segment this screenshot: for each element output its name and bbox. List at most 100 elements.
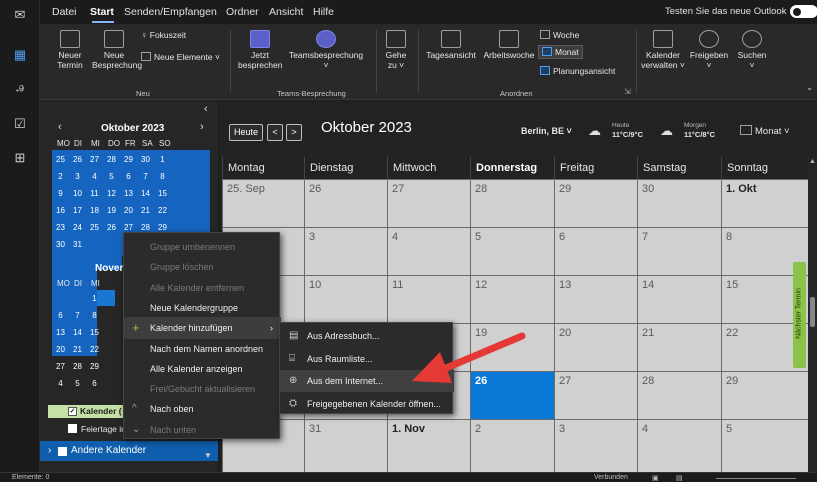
minical-day[interactable]: 21 [137, 204, 154, 218]
minical-day[interactable]: 4 [86, 170, 103, 184]
minical-day[interactable]: 27 [86, 153, 103, 167]
minical-day[interactable]: 20 [52, 343, 69, 357]
next-month-button[interactable]: > [286, 124, 302, 141]
minical-day[interactable]: 10 [69, 187, 86, 201]
context-menu-item[interactable]: Nach dem Namen anordnen [124, 338, 281, 360]
minical-day[interactable]: 4 [52, 377, 69, 391]
submenu-item[interactable]: ⊕ Aus dem Internet... [280, 370, 454, 392]
minical-day[interactable]: 21 [69, 343, 86, 357]
minical-day[interactable]: 19 [103, 204, 120, 218]
reading-view-icon[interactable]: ▤ [676, 474, 683, 482]
meet-now-button[interactable]: Jetzt besprechen [238, 30, 282, 70]
minical-day[interactable]: 14 [137, 187, 154, 201]
minical-day[interactable]: 3 [69, 170, 86, 184]
day-cell[interactable]: 27 [387, 179, 470, 227]
manage-calendars-button[interactable]: Kalender verwalten ˅ [640, 30, 686, 70]
new-appointment-button[interactable]: Neuer Termin [50, 30, 90, 70]
minical-day[interactable]: 13 [120, 187, 137, 201]
minical-day[interactable]: 15 [86, 326, 103, 340]
minical-day[interactable]: 26 [103, 221, 120, 235]
week-view-button[interactable]: Woche [540, 30, 579, 40]
minical-day[interactable]: 8 [86, 309, 103, 323]
calendar-checked-item[interactable]: ✓ Kalender ( [48, 405, 124, 418]
day-cell[interactable]: 11 [387, 275, 470, 323]
minical-day[interactable]: 1 [154, 153, 171, 167]
menu-senden-empfangen[interactable]: Senden/Empfangen [124, 6, 217, 18]
checkbox-icon[interactable] [58, 447, 67, 456]
minical-day[interactable]: 18 [86, 204, 103, 218]
minical-day[interactable]: 13 [52, 326, 69, 340]
today-button[interactable]: Heute [229, 124, 263, 141]
day-cell[interactable]: 6 [554, 227, 637, 275]
day-cell[interactable]: 28 [470, 179, 554, 227]
submenu-item[interactable]: ⌸ Aus Raumliste... [280, 348, 454, 370]
minical-next-icon[interactable]: › [200, 121, 204, 133]
scroll-up-icon[interactable]: ▲ [809, 158, 816, 165]
day-cell[interactable]: 20 [554, 323, 637, 371]
people-icon[interactable]: ꭿ [11, 78, 29, 96]
minical-day[interactable]: 25 [86, 221, 103, 235]
minical-day[interactable]: 15 [154, 187, 171, 201]
minical-day[interactable]: 16 [52, 204, 69, 218]
tasks-icon[interactable]: ☑ [11, 115, 29, 133]
day-cell[interactable]: 25. Sep [222, 179, 304, 227]
minical-day[interactable]: 5 [103, 170, 120, 184]
context-menu-item[interactable]: + Kalender hinzufügen › [124, 317, 281, 340]
schedule-view-button[interactable]: Planungsansicht [540, 66, 615, 76]
minical-day[interactable]: 12 [103, 187, 120, 201]
menu-datei[interactable]: Datei [52, 6, 77, 18]
location-selector[interactable]: Berlin, BE ˅ [521, 126, 572, 136]
minical-day[interactable]: 22 [86, 343, 103, 357]
minical-day[interactable]: 9 [52, 187, 69, 201]
minical-day[interactable]: 5 [69, 377, 86, 391]
dialog-launcher-icon[interactable]: ⇲ [624, 87, 631, 96]
day-cell[interactable]: 13 [554, 275, 637, 323]
day-cell[interactable]: 28 [637, 371, 721, 419]
day-cell[interactable]: 12 [470, 275, 554, 323]
minical-day[interactable]: 30 [52, 238, 69, 252]
go-to-button[interactable]: Gehe zu ˅ [380, 30, 412, 70]
minical-day[interactable]: 29 [120, 153, 137, 167]
day-cell[interactable]: 31 [304, 419, 387, 472]
minical-day[interactable]: 31 [69, 238, 86, 252]
work-week-button[interactable]: Arbeitswoche [480, 30, 538, 60]
minical-day[interactable]: 14 [69, 326, 86, 340]
submenu-item[interactable]: ⛭ Freigegebenen Kalender öffnen... [280, 393, 454, 415]
main-scrollbar[interactable]: ▲ [808, 157, 817, 472]
calendar-icon[interactable]: ▦ [11, 46, 29, 64]
apps-icon[interactable]: ⊞ [11, 149, 29, 167]
minical-day[interactable]: 7 [137, 170, 154, 184]
scroll-thumb[interactable] [810, 297, 815, 327]
minical-day[interactable]: 26 [69, 153, 86, 167]
minical-day[interactable]: 23 [52, 221, 69, 235]
minical-day[interactable]: 2 [52, 170, 69, 184]
new-meeting-button[interactable]: Neue Besprechung [92, 30, 142, 70]
day-cell[interactable]: 4 [637, 419, 721, 472]
new-outlook-toggle[interactable] [790, 5, 817, 18]
checkbox-icon[interactable] [68, 424, 77, 433]
day-cell[interactable]: 26 [470, 371, 554, 419]
collapse-pane-icon[interactable]: ‹ [204, 103, 208, 115]
menu-hilfe[interactable]: Hilfe [313, 6, 334, 18]
minical-day[interactable]: 8 [154, 170, 171, 184]
minical-day[interactable]: 27 [52, 360, 69, 374]
scroll-down-icon[interactable]: ▼ [204, 451, 212, 460]
holidays-item[interactable]: Feiertage in [68, 424, 126, 434]
next-appointment-tab[interactable]: Nächster Termin [793, 262, 806, 368]
other-calendars-group[interactable]: › Andere Kalender ▼ [40, 441, 218, 461]
day-cell[interactable]: 29 [721, 371, 808, 419]
menu-ansicht[interactable]: Ansicht [269, 6, 303, 18]
day-cell[interactable]: 1. Okt [721, 179, 808, 227]
day-cell[interactable]: 1. Nov [387, 419, 470, 472]
share-button[interactable]: Freigeben ˅ [688, 30, 730, 70]
day-cell[interactable]: 27 [554, 371, 637, 419]
focus-time-button[interactable]: ♀ Fokuszeit [141, 30, 186, 40]
minical-day[interactable]: 1 [86, 292, 103, 306]
minical-day[interactable]: 6 [86, 377, 103, 391]
mail-icon[interactable]: ✉ [11, 6, 29, 24]
submenu-item[interactable]: ▤ Aus Adressbuch... [280, 325, 454, 347]
check-icon[interactable]: ✓ [68, 407, 77, 416]
minical-day[interactable]: 11 [86, 187, 103, 201]
minical-day[interactable]: 25 [52, 153, 69, 167]
minical-day[interactable]: 30 [137, 153, 154, 167]
